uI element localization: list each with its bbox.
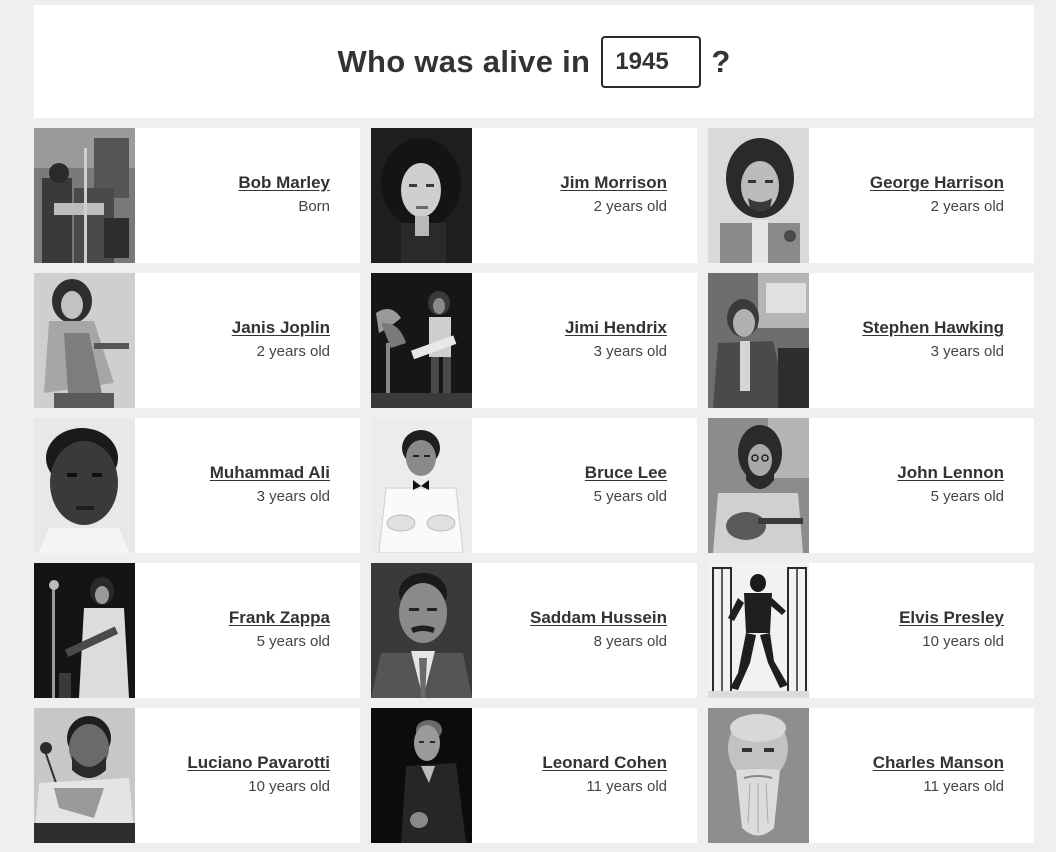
question-suffix: ? <box>711 43 731 79</box>
person-photo <box>34 563 135 698</box>
person-photo <box>371 128 472 263</box>
person-card: Elvis Presley 10 years old <box>708 563 1034 698</box>
person-card: Frank Zappa 5 years old <box>34 563 360 698</box>
person-name-link[interactable]: Bob Marley <box>238 173 330 193</box>
person-photo <box>371 563 472 698</box>
person-card: John Lennon 5 years old <box>708 418 1034 553</box>
person-name-link[interactable]: Elvis Presley <box>899 608 1004 628</box>
person-card: Luciano Pavarotti 10 years old <box>34 708 360 843</box>
person-age: 2 years old <box>256 343 330 360</box>
person-card: Jim Morrison 2 years old <box>371 128 697 263</box>
person-age: 3 years old <box>593 343 667 360</box>
person-name-link[interactable]: Bruce Lee <box>585 463 667 483</box>
person-photo <box>371 418 472 553</box>
person-card: Stephen Hawking 3 years old <box>708 273 1034 408</box>
person-card: Charles Manson 11 years old <box>708 708 1034 843</box>
person-age: 10 years old <box>922 633 1004 650</box>
person-photo <box>34 708 135 843</box>
person-age: 5 years old <box>256 633 330 650</box>
person-name-link[interactable]: Jimi Hendrix <box>565 318 667 338</box>
person-age: 11 years old <box>586 778 667 795</box>
people-grid: Bob Marley Born Jim Morrison 2 years old <box>34 128 1034 843</box>
person-name-link[interactable]: George Harrison <box>870 173 1004 193</box>
person-name-link[interactable]: Muhammad Ali <box>210 463 330 483</box>
person-age: 2 years old <box>930 198 1004 215</box>
person-photo <box>34 128 135 263</box>
question-header: Who was alive in ? <box>34 5 1034 118</box>
person-name-link[interactable]: Jim Morrison <box>560 173 667 193</box>
person-age: 8 years old <box>593 633 667 650</box>
person-name-link[interactable]: John Lennon <box>897 463 1004 483</box>
person-name-link[interactable]: Janis Joplin <box>232 318 330 338</box>
question-prefix: Who was alive in <box>337 43 591 79</box>
person-age: 10 years old <box>248 778 330 795</box>
person-age: 2 years old <box>593 198 667 215</box>
person-card: Saddam Hussein 8 years old <box>371 563 697 698</box>
person-photo <box>34 273 135 408</box>
person-photo <box>708 128 809 263</box>
person-name-link[interactable]: Frank Zappa <box>229 608 330 628</box>
person-name-link[interactable]: Leonard Cohen <box>542 753 667 773</box>
person-photo <box>708 273 809 408</box>
person-photo <box>34 418 135 553</box>
person-age: 3 years old <box>930 343 1004 360</box>
person-name-link[interactable]: Stephen Hawking <box>862 318 1004 338</box>
person-name-link[interactable]: Luciano Pavarotti <box>187 753 330 773</box>
person-card: George Harrison 2 years old <box>708 128 1034 263</box>
person-card: Bruce Lee 5 years old <box>371 418 697 553</box>
person-age: 5 years old <box>930 488 1004 505</box>
year-input[interactable] <box>601 35 702 88</box>
person-card: Jimi Hendrix 3 years old <box>371 273 697 408</box>
person-photo <box>708 708 809 843</box>
person-card: Leonard Cohen 11 years old <box>371 708 697 843</box>
person-photo <box>371 273 472 408</box>
person-photo <box>371 708 472 843</box>
person-photo <box>708 563 809 698</box>
person-card: Muhammad Ali 3 years old <box>34 418 360 553</box>
person-photo <box>708 418 809 553</box>
person-age: Born <box>298 198 330 215</box>
person-name-link[interactable]: Saddam Hussein <box>530 608 667 628</box>
person-card: Bob Marley Born <box>34 128 360 263</box>
person-card: Janis Joplin 2 years old <box>34 273 360 408</box>
person-age: 11 years old <box>923 778 1004 795</box>
person-age: 5 years old <box>593 488 667 505</box>
person-age: 3 years old <box>256 488 330 505</box>
person-name-link[interactable]: Charles Manson <box>873 753 1004 773</box>
